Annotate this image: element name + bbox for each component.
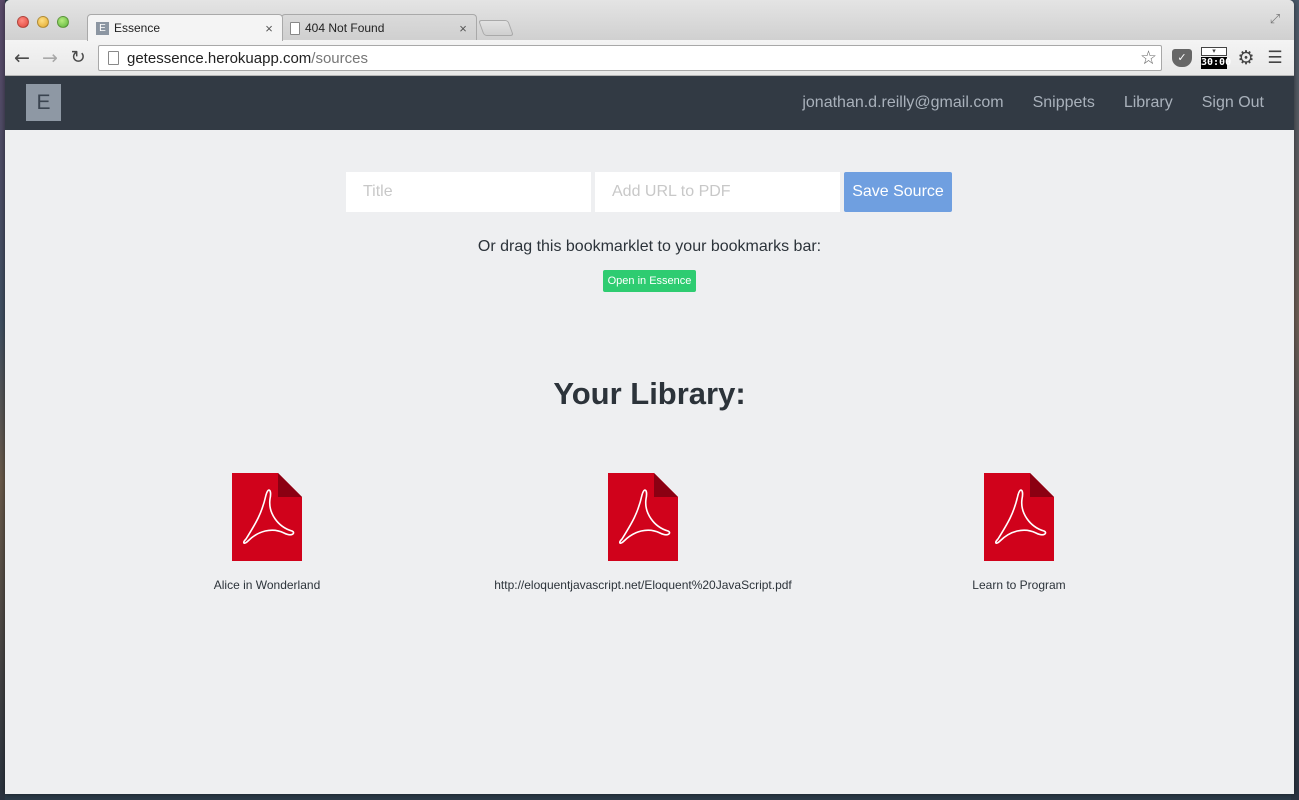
library-item-label[interactable]: http://eloquentjavascript.net/Eloquent%2… bbox=[433, 578, 853, 592]
page-favicon-icon bbox=[290, 21, 300, 35]
library-item[interactable]: Learn to Program bbox=[809, 473, 1229, 592]
browser-toolbar: ← → ↻ getessence.herokuapp.com/sources ☆… bbox=[5, 40, 1294, 76]
forward-arrow-icon[interactable]: → bbox=[39, 47, 61, 69]
nav-links: jonathan.d.reilly@gmail.com Snippets Lib… bbox=[802, 76, 1264, 130]
timer-dropdown-icon: ▾ bbox=[1201, 47, 1227, 56]
library-item-label[interactable]: Alice in Wonderland bbox=[57, 578, 477, 592]
close-tab-icon[interactable]: × bbox=[262, 21, 276, 36]
pdf-file-icon bbox=[232, 473, 302, 561]
nav-link-snippets[interactable]: Snippets bbox=[1033, 94, 1095, 112]
bookmark-star-icon[interactable]: ☆ bbox=[1140, 47, 1157, 69]
reload-icon[interactable]: ↻ bbox=[67, 47, 89, 69]
browser-window: E Essence × 404 Not Found × ⤢ ← → ↻ gete… bbox=[5, 0, 1294, 794]
gear-icon[interactable]: ⚙ bbox=[1236, 49, 1256, 68]
tab-strip: E Essence × 404 Not Found × ⤢ bbox=[5, 0, 1294, 41]
close-window-button[interactable] bbox=[17, 16, 29, 28]
pdf-file-icon bbox=[984, 473, 1054, 561]
brand-logo[interactable]: E bbox=[26, 84, 61, 121]
page-content: E jonathan.d.reilly@gmail.com Snippets L… bbox=[5, 76, 1294, 794]
library-item[interactable]: Alice in Wonderland bbox=[57, 473, 477, 592]
minimize-window-button[interactable] bbox=[37, 16, 49, 28]
close-tab-icon[interactable]: × bbox=[456, 21, 470, 36]
menu-icon[interactable]: ☰ bbox=[1266, 49, 1284, 67]
timer-label: 30:00 bbox=[1201, 57, 1232, 69]
new-tab-button[interactable] bbox=[478, 20, 514, 36]
zoom-window-button[interactable] bbox=[57, 16, 69, 28]
essence-favicon-icon: E bbox=[96, 21, 109, 35]
open-in-essence-bookmarklet[interactable]: Open in Essence bbox=[603, 270, 696, 292]
tab-essence[interactable]: E Essence × bbox=[87, 14, 283, 41]
timer-extension-icon[interactable]: ▾ 30:00 bbox=[1201, 47, 1232, 71]
pdf-url-input[interactable] bbox=[595, 172, 840, 212]
library-heading: Your Library: bbox=[553, 376, 746, 411]
address-bar[interactable]: getessence.herokuapp.com/sources ☆ bbox=[98, 45, 1162, 71]
url-path: /sources bbox=[311, 49, 368, 67]
back-arrow-icon[interactable]: ← bbox=[11, 47, 33, 69]
pdf-file-icon bbox=[608, 473, 678, 561]
add-source-form: Save Source bbox=[346, 172, 952, 212]
page-icon bbox=[108, 51, 119, 65]
tab-title: 404 Not Found bbox=[305, 21, 385, 35]
tab-404-not-found[interactable]: 404 Not Found × bbox=[281, 14, 477, 41]
library-item[interactable]: http://eloquentjavascript.net/Eloquent%2… bbox=[433, 473, 853, 592]
save-source-button[interactable]: Save Source bbox=[844, 172, 952, 212]
nav-link-library[interactable]: Library bbox=[1124, 94, 1173, 112]
library-item-label[interactable]: Learn to Program bbox=[809, 578, 1229, 592]
tab-title: Essence bbox=[114, 21, 161, 35]
title-input[interactable] bbox=[346, 172, 591, 212]
pocket-icon[interactable]: ✓ bbox=[1172, 49, 1192, 67]
url-host: getessence.herokuapp.com bbox=[127, 49, 312, 67]
bookmarklet-instruction: Or drag this bookmarklet to your bookmar… bbox=[477, 238, 822, 255]
nav-link-account[interactable]: jonathan.d.reilly@gmail.com bbox=[802, 94, 1003, 112]
app-navbar: E jonathan.d.reilly@gmail.com Snippets L… bbox=[5, 76, 1294, 130]
nav-link-sign-out[interactable]: Sign Out bbox=[1202, 94, 1264, 112]
fullscreen-icon[interactable]: ⤢ bbox=[1268, 12, 1282, 26]
